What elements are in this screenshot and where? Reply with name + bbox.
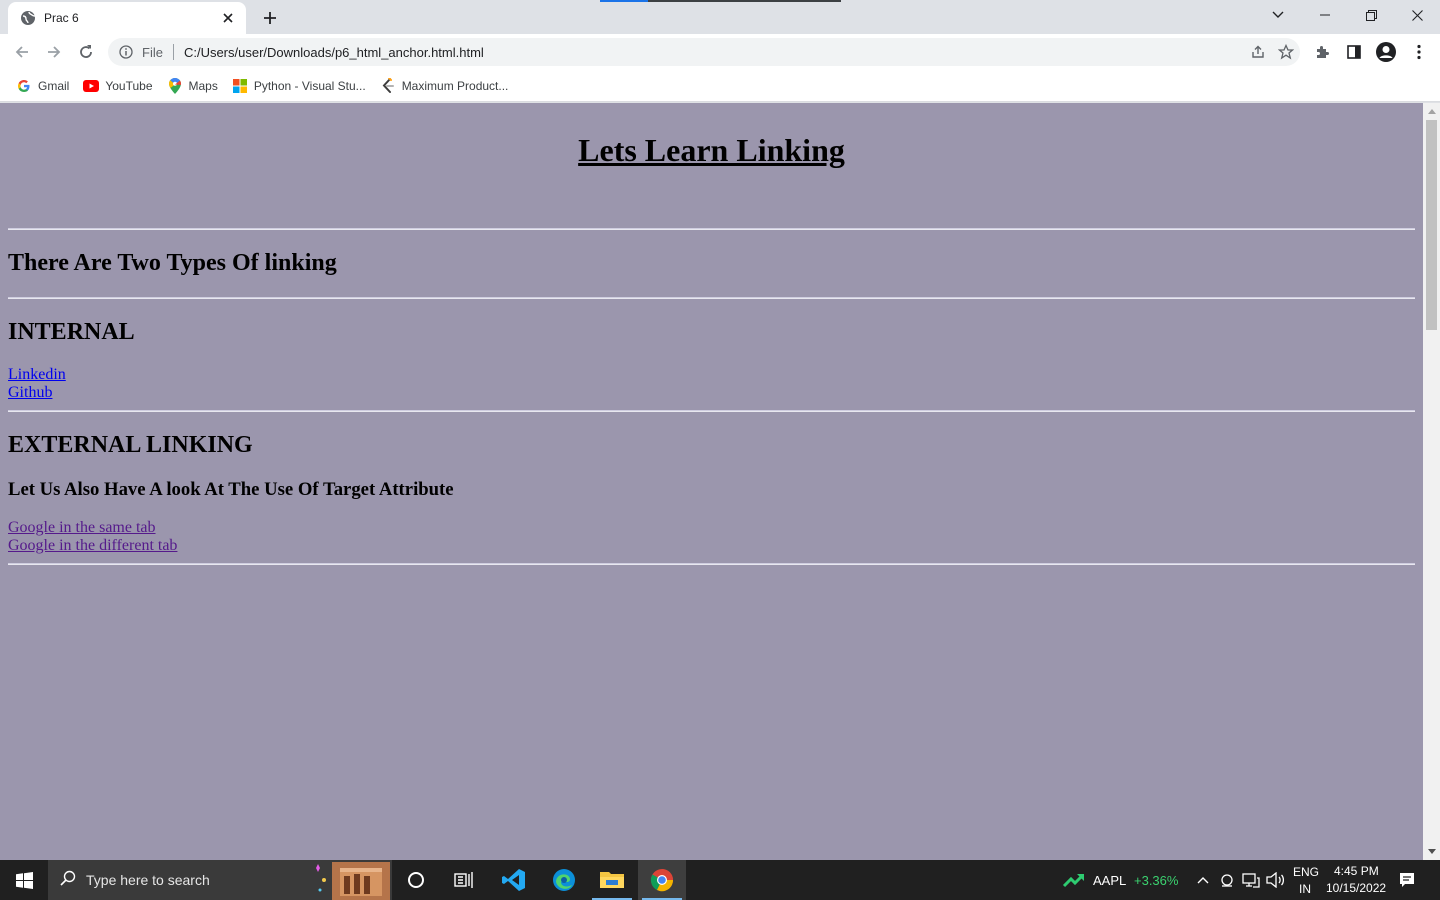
clock-date[interactable]: 10/15/2022 bbox=[1326, 881, 1386, 895]
task-view-icon[interactable] bbox=[440, 860, 488, 900]
bookmark-maps[interactable]: Maps bbox=[163, 73, 226, 99]
browser-toolbar: File C:/Users/user/Downloads/p6_html_anc… bbox=[0, 34, 1440, 70]
scroll-up-arrow-icon[interactable] bbox=[1423, 103, 1440, 120]
bookmark-label: Maps bbox=[188, 78, 218, 93]
url-text[interactable]: C:/Users/user/Downloads/p6_html_anchor.h… bbox=[184, 45, 1244, 60]
maps-icon bbox=[167, 77, 183, 94]
youtube-icon bbox=[83, 78, 100, 94]
bookmarks-bar: Gmail YouTube Maps Python - Visual Stu..… bbox=[0, 70, 1440, 102]
bookmark-label: Maximum Product... bbox=[401, 78, 509, 93]
edge-icon[interactable] bbox=[540, 860, 588, 900]
target-heading: Let Us Also Have A look At The Use Of Ta… bbox=[8, 479, 454, 500]
extensions-icon[interactable] bbox=[1307, 37, 1337, 67]
scrollbar-thumb[interactable] bbox=[1426, 120, 1437, 330]
file-explorer-icon[interactable] bbox=[588, 860, 636, 900]
stock-trend-icon[interactable] bbox=[1062, 870, 1086, 890]
google-same-tab-link[interactable]: Google in the same tab bbox=[8, 519, 156, 536]
tab-search-chevron-icon[interactable] bbox=[1255, 0, 1301, 30]
profile-avatar-icon[interactable] bbox=[1371, 37, 1401, 67]
page-body: Lets Learn Linking There Are Two Types O… bbox=[0, 103, 1423, 581]
volume-icon[interactable] bbox=[1265, 870, 1285, 890]
title-spacer bbox=[8, 190, 1415, 220]
internal-heading: INTERNAL bbox=[8, 319, 135, 345]
external-links: Google in the same tab Google in the dif… bbox=[8, 519, 1415, 555]
external-heading: EXTERNAL LINKING bbox=[8, 432, 253, 458]
address-bar[interactable]: File C:/Users/user/Downloads/p6_html_anc… bbox=[108, 38, 1300, 66]
minimize-icon[interactable] bbox=[1302, 0, 1348, 30]
cortana-icon[interactable] bbox=[392, 860, 440, 900]
region-indicator[interactable]: IN bbox=[1299, 882, 1311, 896]
bookmark-python-visual-studio[interactable]: Python - Visual Stu... bbox=[228, 73, 374, 99]
tab-title: Prac 6 bbox=[44, 11, 79, 25]
vscode-icon[interactable] bbox=[490, 860, 538, 900]
bookmark-label: Python - Visual Stu... bbox=[253, 78, 366, 93]
types-heading: There Are Two Types Of linking bbox=[8, 250, 337, 276]
new-tab-button[interactable] bbox=[256, 4, 284, 32]
page-viewport: Lets Learn Linking There Are Two Types O… bbox=[0, 103, 1423, 860]
side-panel-icon[interactable] bbox=[1339, 37, 1369, 67]
divider bbox=[8, 410, 1415, 412]
notifications-icon[interactable] bbox=[1397, 870, 1417, 890]
windows-grid-icon bbox=[232, 78, 248, 94]
forward-icon[interactable] bbox=[39, 37, 69, 67]
tab-strip-edge bbox=[648, 0, 841, 2]
linkedin-link[interactable]: Linkedin bbox=[8, 366, 66, 383]
search-highlight-image[interactable] bbox=[314, 860, 392, 900]
divider bbox=[8, 563, 1415, 565]
divider bbox=[8, 297, 1415, 299]
clock-time[interactable]: 4:45 PM bbox=[1334, 864, 1379, 878]
windows-taskbar: Type here to search AAPL +3.36% ENG IN 4… bbox=[0, 860, 1440, 900]
github-link[interactable]: Github bbox=[8, 384, 52, 401]
bookmark-maximum-product[interactable]: Maximum Product... bbox=[376, 73, 517, 99]
windows-start-icon[interactable] bbox=[0, 860, 48, 900]
restore-icon[interactable] bbox=[1348, 0, 1394, 30]
bookmark-star-icon[interactable] bbox=[1272, 38, 1300, 66]
divider bbox=[8, 228, 1415, 230]
omnibox-divider bbox=[172, 44, 174, 60]
scroll-down-arrow-icon[interactable] bbox=[1423, 843, 1440, 860]
tab-strip: Prac 6 bbox=[0, 0, 1440, 34]
stock-symbol[interactable]: AAPL bbox=[1093, 873, 1126, 888]
leetcode-icon bbox=[380, 77, 396, 94]
stock-change[interactable]: +3.36% bbox=[1134, 873, 1178, 888]
bookmark-label: Gmail bbox=[38, 78, 70, 93]
back-icon[interactable] bbox=[7, 37, 37, 67]
close-tab-icon[interactable] bbox=[220, 10, 236, 26]
info-icon[interactable] bbox=[118, 44, 134, 60]
gmail-icon bbox=[16, 78, 32, 94]
vertical-scrollbar[interactable] bbox=[1423, 103, 1440, 860]
reload-icon[interactable] bbox=[71, 37, 101, 67]
close-window-icon[interactable] bbox=[1394, 0, 1440, 30]
language-indicator[interactable]: ENG bbox=[1293, 865, 1319, 879]
network-icon[interactable] bbox=[1241, 870, 1261, 890]
tab-strip-indicator bbox=[600, 0, 648, 2]
url-scheme-label: File bbox=[142, 44, 163, 60]
internal-links: Linkedin Github bbox=[8, 366, 1415, 402]
google-different-tab-link[interactable]: Google in the different tab bbox=[8, 537, 177, 554]
chevron-up-icon[interactable] bbox=[1193, 870, 1213, 890]
bookmark-gmail[interactable]: Gmail bbox=[12, 73, 77, 99]
chrome-taskbar-icon[interactable] bbox=[638, 860, 686, 900]
search-placeholder: Type here to search bbox=[86, 872, 210, 888]
search-icon bbox=[60, 870, 76, 891]
bookmark-youtube[interactable]: YouTube bbox=[79, 73, 160, 99]
taskbar-search-box[interactable]: Type here to search bbox=[48, 860, 392, 900]
globe-icon bbox=[20, 10, 36, 26]
browser-tab[interactable]: Prac 6 bbox=[8, 2, 246, 34]
chrome-menu-icon[interactable] bbox=[1404, 37, 1434, 67]
page-title: Lets Learn Linking bbox=[578, 132, 845, 168]
meet-now-icon[interactable] bbox=[1217, 870, 1237, 890]
share-icon[interactable] bbox=[1244, 38, 1272, 66]
bookmark-label: YouTube bbox=[105, 78, 153, 93]
